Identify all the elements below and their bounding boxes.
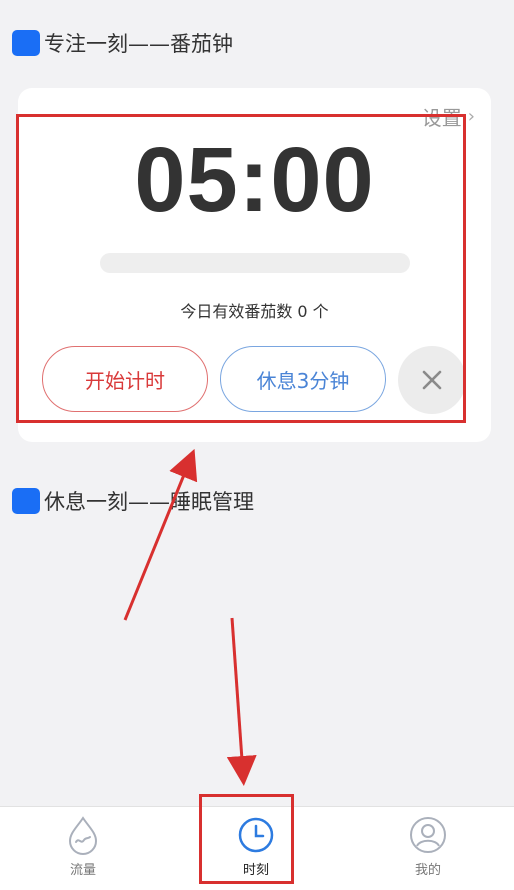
annotation-arrow-down — [226, 617, 257, 786]
tab-time-label: 时刻 — [242, 863, 269, 878]
section-marker-icon — [12, 30, 40, 56]
tab-flow-label: 流量 — [69, 863, 96, 878]
settings-label: 设置 — [421, 106, 462, 130]
flow-icon — [68, 816, 98, 855]
close-button[interactable] — [398, 346, 466, 414]
section-title-focus: 专注一刻——番茄钟 — [12, 28, 233, 58]
close-icon — [422, 370, 442, 390]
pomodoro-card: 设置 › 05:00 今日有效番茄数 0 个 开始计时 休息3分钟 — [18, 88, 491, 442]
chevron-right-icon: › — [467, 106, 475, 127]
pomodoro-count: 今日有效番茄数 0 个 — [180, 302, 329, 321]
rest-title-text: 休息一刻——睡眠管理 — [44, 490, 254, 514]
timer-display: 05:00 — [134, 129, 375, 231]
user-icon — [410, 817, 446, 853]
timer-progress-bar — [100, 253, 410, 273]
tab-time[interactable]: 时刻 — [206, 815, 306, 878]
bottom-tab-bar: 流量 时刻 我的 — [0, 806, 514, 890]
tab-mine[interactable]: 我的 — [378, 815, 478, 878]
tab-flow[interactable]: 流量 — [33, 815, 133, 878]
tab-mine-label: 我的 — [414, 863, 441, 878]
settings-link[interactable]: 设置 › — [422, 102, 475, 131]
section-marker-icon — [12, 488, 40, 514]
start-timer-button[interactable]: 开始计时 — [42, 346, 208, 412]
focus-title-text: 专注一刻——番茄钟 — [44, 32, 233, 56]
rest-button[interactable]: 休息3分钟 — [220, 346, 386, 412]
clock-icon — [238, 817, 274, 853]
annotation-arrow-up — [123, 448, 198, 621]
section-title-rest: 休息一刻——睡眠管理 — [12, 486, 254, 516]
